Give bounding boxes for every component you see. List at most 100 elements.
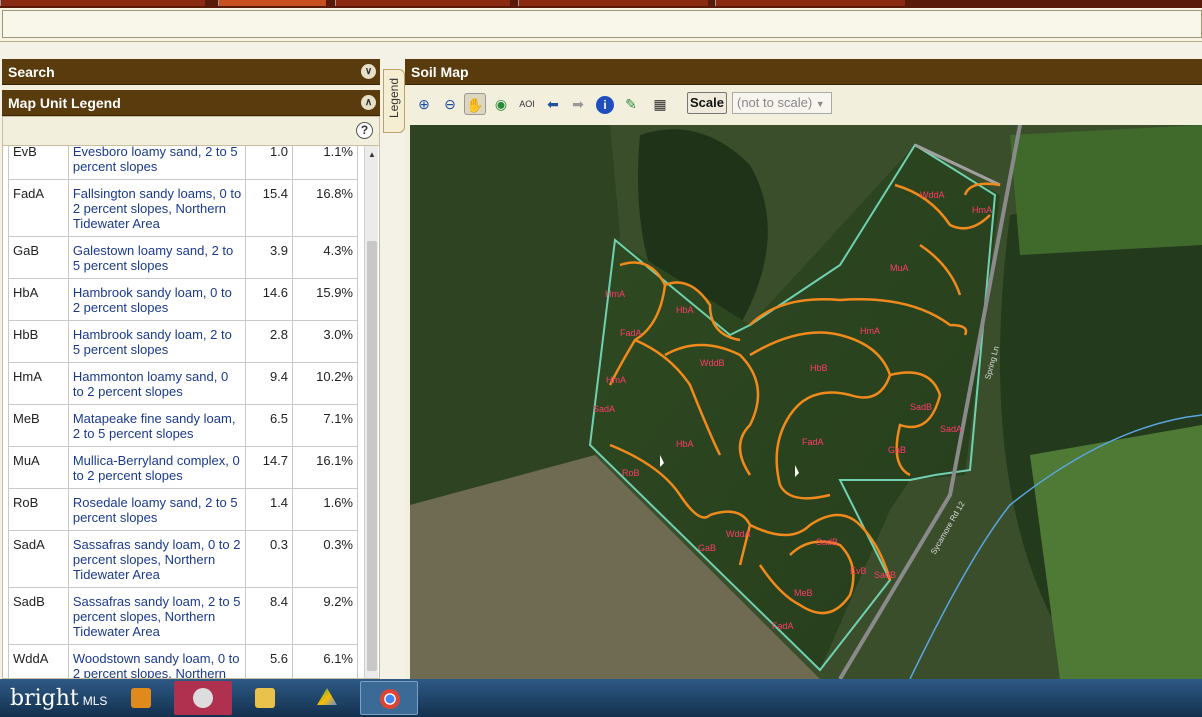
map-unit-name-link[interactable]: Hammonton loamy sand, 0 to 2 percent slo… (67, 362, 247, 405)
map-unit-symbol: SadB (8, 587, 69, 645)
soil-unit-label: WddA (726, 529, 751, 539)
percent-of-aoi: 10.2% (292, 362, 358, 405)
expand-icon[interactable]: ∨ (361, 64, 376, 79)
soil-unit-label: HmA (972, 205, 992, 215)
field-area (1010, 125, 1202, 255)
help-icon[interactable]: ? (356, 122, 373, 139)
info-icon[interactable]: i (594, 93, 616, 115)
map-unit-symbol: MeB (8, 404, 69, 447)
soil-unit-label: GaB (888, 445, 906, 455)
acres-in-aoi: 2.8 (245, 320, 294, 363)
print-map-icon[interactable]: ▦ (649, 93, 671, 115)
map-unit-symbol: HmA (8, 362, 69, 405)
map-unit-name-link[interactable]: Matapeake fine sandy loam, 2 to 5 percen… (67, 404, 247, 447)
map-unit-name-link[interactable]: Fallsington sandy loams, 0 to 2 percent … (67, 179, 247, 237)
scroll-up-icon[interactable]: ▲ (368, 150, 376, 159)
percent-of-aoi: 1.1% (292, 146, 358, 180)
soil-unit-label: SadA (593, 404, 615, 414)
zoom-in-icon[interactable]: ⊕ (413, 93, 435, 115)
taskbar-app-drive[interactable] (298, 681, 356, 715)
collapse-icon[interactable]: ∧ (361, 95, 376, 110)
legend-row: FadA Fallsington sandy loams, 0 to 2 perc… (8, 179, 358, 237)
legend-table-container: EvB Evesboro loamy sand, 2 to 5 percent s… (2, 146, 380, 679)
taskbar-app-snipping[interactable] (174, 681, 232, 715)
scale-select-value: (not to scale) (737, 95, 813, 110)
scrollbar[interactable]: ▲ (364, 146, 378, 678)
measure-ruler-icon[interactable]: ✎ (620, 93, 642, 115)
browser-tab[interactable] (715, 0, 905, 6)
scale-button[interactable]: Scale (687, 92, 727, 114)
acres-in-aoi: 1.4 (245, 488, 294, 531)
left-panel: Search ∨ Map Unit Legend ∧ ? EvB Evesboro… (2, 59, 380, 679)
legend-row: MuA Mullica-Berryland complex, 0 to 2 per… (8, 446, 358, 489)
map-unit-name-link[interactable]: Sassafras sandy loam, 0 to 2 percent slo… (67, 530, 247, 588)
acres-in-aoi: 3.9 (245, 236, 294, 279)
legend-row: HbB Hambrook sandy loam, 2 to 5 percent s… (8, 320, 358, 363)
percent-of-aoi: 7.1% (292, 404, 358, 447)
map-unit-symbol: HbA (8, 278, 69, 321)
legend-panel-header[interactable]: Map Unit Legend ∧ (2, 90, 380, 116)
legend-row: GaB Galestown loamy sand, 2 to 5 percent … (8, 236, 358, 279)
search-panel-header[interactable]: Search ∨ (2, 59, 380, 85)
soil-map-header: Soil Map (405, 59, 1202, 85)
percent-of-aoi: 1.6% (292, 488, 358, 531)
address-strip (0, 8, 1202, 42)
full-extent-globe-icon[interactable]: ◉ (490, 93, 512, 115)
map-unit-symbol: SadA (8, 530, 69, 588)
browser-tab[interactable] (335, 0, 510, 6)
soil-unit-label: FadA (620, 328, 642, 338)
legend-row: HmA Hammonton loamy sand, 0 to 2 percent … (8, 362, 358, 405)
soil-map-canvas[interactable]: WddA HmA MuA HmA HmA HbA FadA WddB HbB HmA SadA Sad… (410, 125, 1202, 679)
aerial-map-svg[interactable]: WddA HmA MuA HmA HmA HbA FadA WddB HbB HmA SadA Sad… (410, 125, 1202, 679)
soil-unit-label: HbB (810, 363, 828, 373)
soil-unit-label: MuA (890, 263, 909, 273)
address-field[interactable] (2, 10, 1202, 38)
soil-unit-label: HbA (676, 305, 694, 315)
soil-unit-label: FadA (802, 437, 824, 447)
legend-panel-title: Map Unit Legend (8, 95, 121, 111)
browser-tab-active[interactable] (218, 0, 326, 6)
legend-row: WddA Woodstown sandy loam, 0 to 2 percent… (8, 644, 358, 678)
taskbar-app-explorer[interactable] (236, 681, 294, 715)
pan-hand-icon[interactable]: ✋ (464, 93, 486, 115)
percent-of-aoi: 15.9% (292, 278, 358, 321)
acres-in-aoi: 9.4 (245, 362, 294, 405)
forest-area (410, 125, 620, 505)
soil-unit-label: FadA (772, 621, 794, 631)
google-drive-icon (317, 688, 337, 705)
soil-unit-label: HmA (605, 289, 625, 299)
forward-arrow-icon[interactable]: ➡ (567, 93, 589, 115)
scrollbar-thumb[interactable] (367, 241, 377, 671)
browser-tab[interactable] (518, 0, 708, 6)
map-unit-symbol: FadA (8, 179, 69, 237)
soil-unit-label: WddB (700, 358, 725, 368)
snipping-tool-icon (193, 688, 213, 708)
legend-tab-label: Legend (387, 78, 401, 119)
map-unit-symbol: GaB (8, 236, 69, 279)
percent-of-aoi: 0.3% (292, 530, 358, 588)
map-unit-name-link[interactable]: Woodstown sandy loam, 0 to 2 percent slo… (67, 644, 247, 678)
taskbar-app-media[interactable] (112, 681, 170, 715)
map-unit-name-link[interactable]: Evesboro loamy sand, 2 to 5 percent slop… (67, 146, 247, 180)
soil-unit-label: EvB (850, 566, 867, 576)
acres-in-aoi: 15.4 (245, 179, 294, 237)
map-unit-name-link[interactable]: Galestown loamy sand, 2 to 5 percent slo… (67, 236, 247, 279)
map-unit-name-link[interactable]: Mullica-Berryland complex, 0 to 2 percen… (67, 446, 247, 489)
soil-unit-label: SadB (910, 402, 932, 412)
map-unit-name-link[interactable]: Sassafras sandy loam, 2 to 5 percent slo… (67, 587, 247, 645)
brand-name: bright (10, 686, 79, 711)
back-arrow-icon[interactable]: ⬅ (542, 93, 564, 115)
soil-unit-label: GaB (698, 543, 716, 553)
legend-side-tab[interactable]: Legend (383, 69, 405, 133)
browser-tab[interactable] (0, 0, 205, 6)
soil-map-panel: Soil Map ⊕ ⊖ ✋ ◉ AOI ⬅ ➡ i ✎ ▦ Scale (no… (405, 59, 1202, 679)
browser-tab-strip (0, 0, 1202, 8)
taskbar-app-chrome[interactable] (360, 681, 418, 715)
zoom-out-icon[interactable]: ⊖ (439, 93, 461, 115)
aoi-icon[interactable]: AOI (516, 93, 538, 115)
map-unit-name-link[interactable]: Hambrook sandy loam, 0 to 2 percent slop… (67, 278, 247, 321)
map-unit-name-link[interactable]: Rosedale loamy sand, 2 to 5 percent slop… (67, 488, 247, 531)
scale-select[interactable]: (not to scale) ▼ (732, 92, 832, 114)
map-unit-name-link[interactable]: Hambrook sandy loam, 2 to 5 percent slop… (67, 320, 247, 363)
legend-row: EvB Evesboro loamy sand, 2 to 5 percent s… (8, 146, 358, 180)
